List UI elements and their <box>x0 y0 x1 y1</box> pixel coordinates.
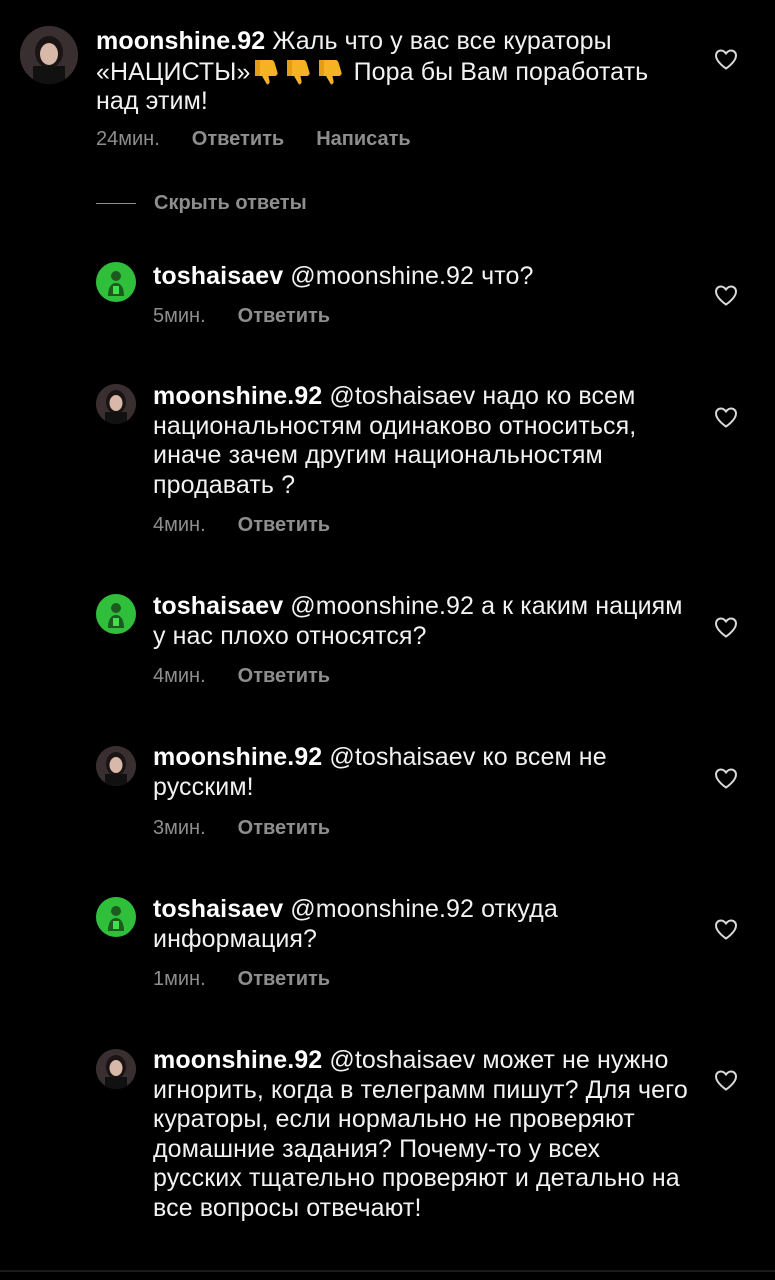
username[interactable]: toshaisaev <box>153 592 283 620</box>
reply-button[interactable]: Ответить <box>238 305 330 328</box>
timestamp: 3мин. <box>153 817 206 839</box>
timestamp: 4мин. <box>153 514 206 536</box>
reply-text: moonshine.92 @toshaisaev надо ко всем на… <box>153 382 693 500</box>
timestamp: 5мин. <box>153 305 206 327</box>
green-avatar-icon <box>96 897 136 937</box>
heart-icon[interactable] <box>714 918 738 940</box>
girl-avatar-icon <box>96 1049 136 1089</box>
username[interactable]: toshaisaev <box>153 262 283 290</box>
girl-avatar-icon <box>20 26 78 84</box>
message-button[interactable]: Написать <box>316 128 411 151</box>
reply-meta: 4мин. Ответить <box>153 514 330 537</box>
reply-button[interactable]: Ответить <box>238 817 330 840</box>
heart-icon[interactable] <box>714 616 738 638</box>
mention-link[interactable]: @moonshine.92 <box>290 262 474 290</box>
reply-button[interactable]: Ответить <box>238 665 330 688</box>
reply-meta: 4мин. Ответить <box>153 665 330 688</box>
username[interactable]: moonshine.92 <box>153 382 322 410</box>
reply-text: toshaisaev @moonshine.92 откуда информац… <box>153 895 693 954</box>
thumbs-down-icon <box>251 58 347 86</box>
comment-text: moonshine.92 Жаль что у вас все кураторы… <box>96 27 696 117</box>
avatar[interactable] <box>96 594 136 634</box>
reply-text: moonshine.92 @toshaisaev ко всем не русс… <box>153 743 693 802</box>
mention-link[interactable]: @toshaisaev <box>329 382 475 410</box>
timestamp: 1мин. <box>153 968 206 990</box>
heart-icon[interactable] <box>714 284 738 306</box>
green-avatar-icon <box>96 262 136 302</box>
mention-link[interactable]: @moonshine.92 <box>290 895 474 923</box>
green-avatar-icon <box>96 594 136 634</box>
reply-meta: 3мин. Ответить <box>153 817 330 840</box>
hide-replies-label: Скрыть ответы <box>154 192 307 214</box>
divider <box>96 203 136 204</box>
username[interactable]: moonshine.92 <box>153 743 322 771</box>
heart-icon[interactable] <box>714 767 738 789</box>
heart-icon[interactable] <box>714 48 738 70</box>
avatar[interactable] <box>96 1049 136 1089</box>
hide-replies-button[interactable]: Скрыть ответы <box>96 192 307 215</box>
reply-body: что? <box>474 262 534 290</box>
avatar[interactable] <box>96 897 136 937</box>
avatar[interactable] <box>96 746 136 786</box>
timestamp: 24мин. <box>96 128 160 150</box>
reply-button[interactable]: Ответить <box>238 968 330 991</box>
reply-button[interactable]: Ответить <box>238 514 330 537</box>
mention-link[interactable]: @moonshine.92 <box>290 592 474 620</box>
reply-meta: 1мин. Ответить <box>153 968 330 991</box>
avatar[interactable] <box>20 26 78 84</box>
heart-icon[interactable] <box>714 1069 738 1091</box>
reply-text: toshaisaev @moonshine.92 что? <box>153 262 693 292</box>
avatar[interactable] <box>96 384 136 424</box>
reply-button[interactable]: Ответить <box>192 128 284 151</box>
username[interactable]: toshaisaev <box>153 895 283 923</box>
avatar[interactable] <box>96 262 136 302</box>
girl-avatar-icon <box>96 384 136 424</box>
timestamp: 4мин. <box>153 665 206 687</box>
mention-link[interactable]: @toshaisaev <box>329 743 475 771</box>
girl-avatar-icon <box>96 746 136 786</box>
reply-text: toshaisaev @moonshine.92 а к каким нация… <box>153 592 693 651</box>
divider <box>0 1270 775 1272</box>
username[interactable]: moonshine.92 <box>96 27 265 55</box>
heart-icon[interactable] <box>714 406 738 428</box>
username[interactable]: moonshine.92 <box>153 1046 322 1074</box>
reply-text: moonshine.92 @toshaisaev может не нужно … <box>153 1046 693 1223</box>
mention-link[interactable]: @toshaisaev <box>329 1046 475 1074</box>
comment-meta: 24мин. Ответить Написать <box>96 128 411 151</box>
reply-meta: 5мин. Ответить <box>153 305 330 328</box>
